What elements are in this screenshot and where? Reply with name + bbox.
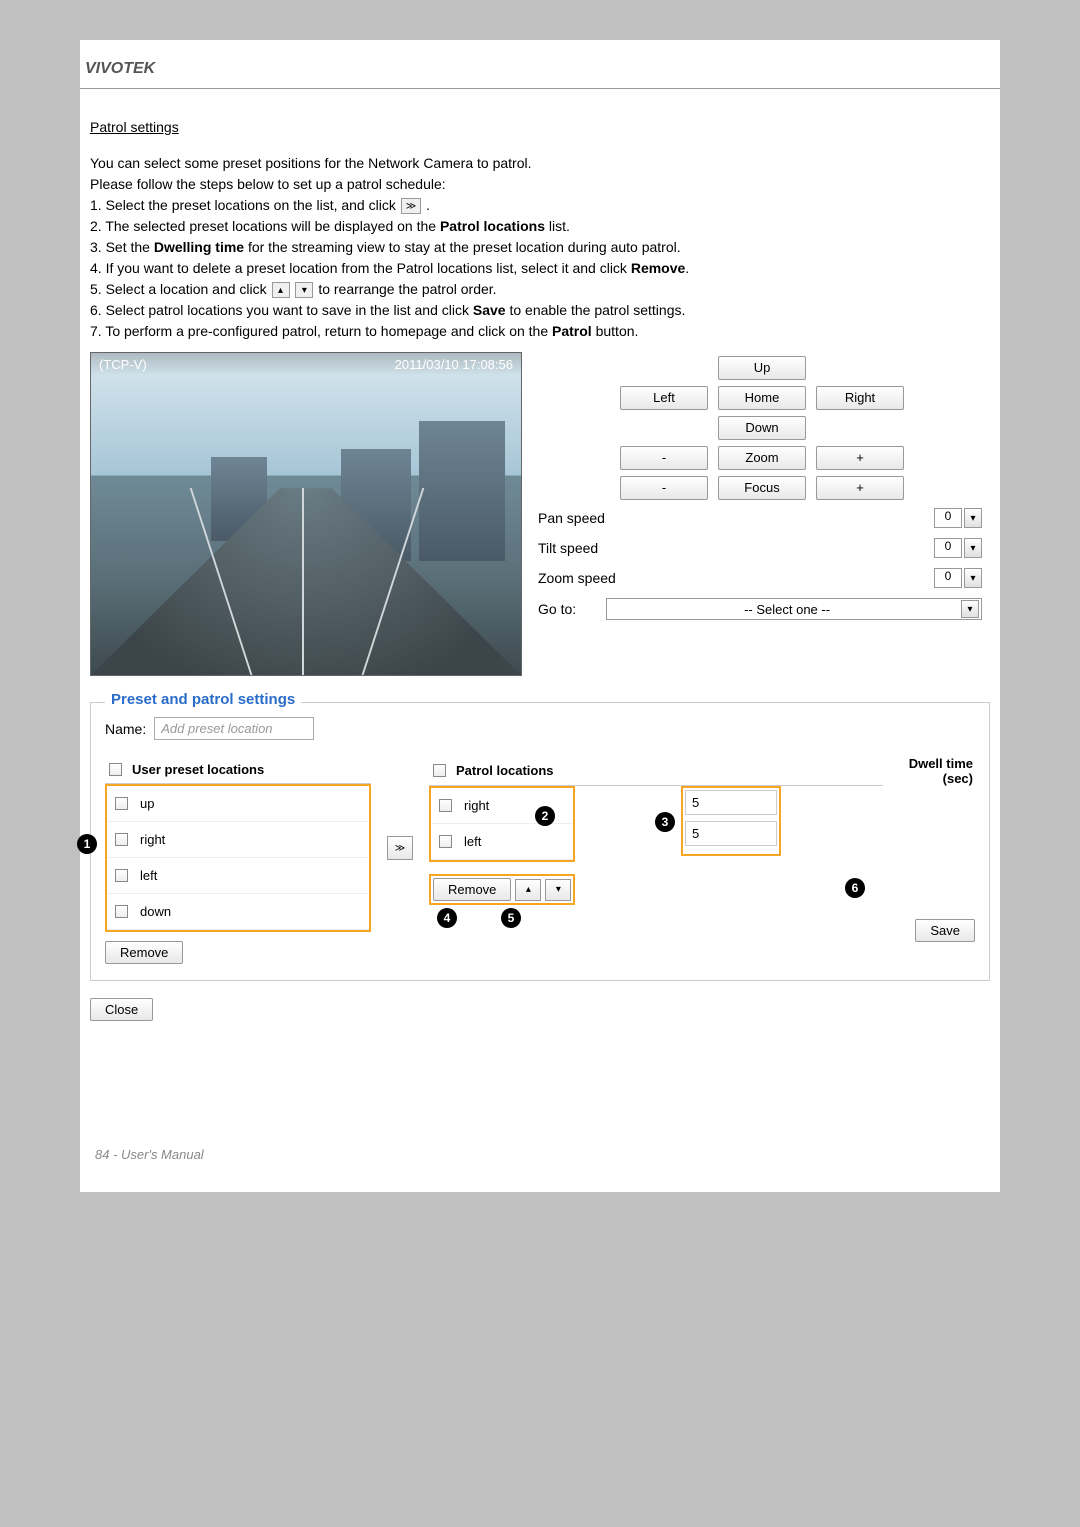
zoom-speed-dropdown[interactable]: ▾ [964, 568, 982, 588]
callout-4: 4 [437, 908, 457, 928]
section-title: Patrol settings [90, 119, 990, 135]
stream-title: (TCP-V) [99, 357, 147, 372]
dwell-time-header: Dwell time (sec) [883, 756, 975, 786]
callout-5: 5 [501, 908, 521, 928]
user-header-checkbox[interactable] [109, 763, 122, 776]
user-remove-button[interactable]: Remove [105, 941, 183, 964]
zoom-label: Zoom [718, 446, 806, 470]
tilt-speed-label: Tilt speed [538, 540, 598, 556]
down-button[interactable]: Down [718, 416, 806, 440]
dwell-value-1[interactable]: 5 [685, 821, 777, 846]
right-button[interactable]: Right [816, 386, 904, 410]
focus-out-button[interactable]: - [620, 476, 708, 500]
checkbox[interactable] [115, 797, 128, 810]
goto-label: Go to: [538, 601, 576, 617]
step-5: 5. Select a location and click to rearra… [90, 279, 990, 300]
user-item-right[interactable]: right [107, 822, 369, 858]
user-item-up[interactable]: up [107, 786, 369, 822]
goto-dropdown-icon[interactable]: ▾ [961, 600, 979, 618]
intro-line-1: You can select some preset positions for… [90, 153, 990, 174]
tilt-speed-dropdown[interactable]: ▾ [964, 538, 982, 558]
forward-icon [401, 198, 421, 214]
step-6: 6. Select patrol locations you want to s… [90, 300, 990, 321]
preset-legend: Preset and patrol settings [105, 691, 301, 708]
pan-speed-value[interactable]: 0 [934, 508, 962, 528]
save-button[interactable]: Save [915, 919, 975, 942]
name-input[interactable]: Add preset location [154, 717, 314, 740]
focus-in-button[interactable]: + [816, 476, 904, 500]
step-7: 7. To perform a pre-configured patrol, r… [90, 321, 990, 342]
intro-line-2: Please follow the steps below to set up … [90, 174, 990, 195]
zoom-speed-label: Zoom speed [538, 570, 616, 586]
camera-preview: (TCP-V) 2011/03/10 17:08:56 [90, 352, 522, 676]
goto-select[interactable]: -- Select one -- ▾ [606, 598, 982, 620]
up-button[interactable]: Up [718, 356, 806, 380]
move-down-button[interactable] [545, 879, 571, 901]
dwell-value-0[interactable]: 5 [685, 790, 777, 815]
zoom-out-button[interactable]: - [620, 446, 708, 470]
step-2: 2. The selected preset locations will be… [90, 216, 990, 237]
zoom-speed-value[interactable]: 0 [934, 568, 962, 588]
tilt-speed-value[interactable]: 0 [934, 538, 962, 558]
patrol-locations-header: Patrol locations [456, 763, 554, 778]
left-button[interactable]: Left [620, 386, 708, 410]
close-button[interactable]: Close [90, 998, 153, 1021]
callout-2: 2 [535, 806, 555, 826]
pan-speed-label: Pan speed [538, 510, 605, 526]
preset-patrol-panel: Preset and patrol settings Name: Add pre… [90, 702, 990, 981]
patrol-item-left[interactable]: left [431, 824, 573, 860]
move-up-button[interactable] [515, 879, 541, 901]
user-item-left[interactable]: left [107, 858, 369, 894]
patrol-header-checkbox[interactable] [433, 764, 446, 777]
arrow-up-icon [272, 282, 290, 298]
callout-6: 6 [845, 878, 865, 898]
checkbox[interactable] [439, 835, 452, 848]
name-label: Name: [105, 721, 146, 737]
checkbox[interactable] [115, 833, 128, 846]
step-4: 4. If you want to delete a preset locati… [90, 258, 990, 279]
brand: VIVOTEK [80, 60, 1000, 78]
callout-1: 1 [77, 834, 97, 854]
checkbox[interactable] [115, 905, 128, 918]
patrol-remove-button[interactable]: Remove [433, 878, 511, 901]
pan-speed-dropdown[interactable]: ▾ [964, 508, 982, 528]
step-1: 1. Select the preset locations on the li… [90, 195, 990, 216]
checkbox[interactable] [439, 799, 452, 812]
user-item-down[interactable]: down [107, 894, 369, 930]
step-3: 3. Set the Dwelling time for the streami… [90, 237, 990, 258]
home-button[interactable]: Home [718, 386, 806, 410]
stream-timestamp: 2011/03/10 17:08:56 [395, 357, 513, 372]
page-footer: 84 - User's Manual [90, 1017, 990, 1192]
callout-3: 3 [655, 812, 675, 832]
transfer-button[interactable] [387, 836, 413, 860]
user-locations-header: User preset locations [132, 762, 264, 777]
checkbox[interactable] [115, 869, 128, 882]
zoom-in-button[interactable]: + [816, 446, 904, 470]
arrow-down-icon [295, 282, 313, 298]
focus-label: Focus [718, 476, 806, 500]
